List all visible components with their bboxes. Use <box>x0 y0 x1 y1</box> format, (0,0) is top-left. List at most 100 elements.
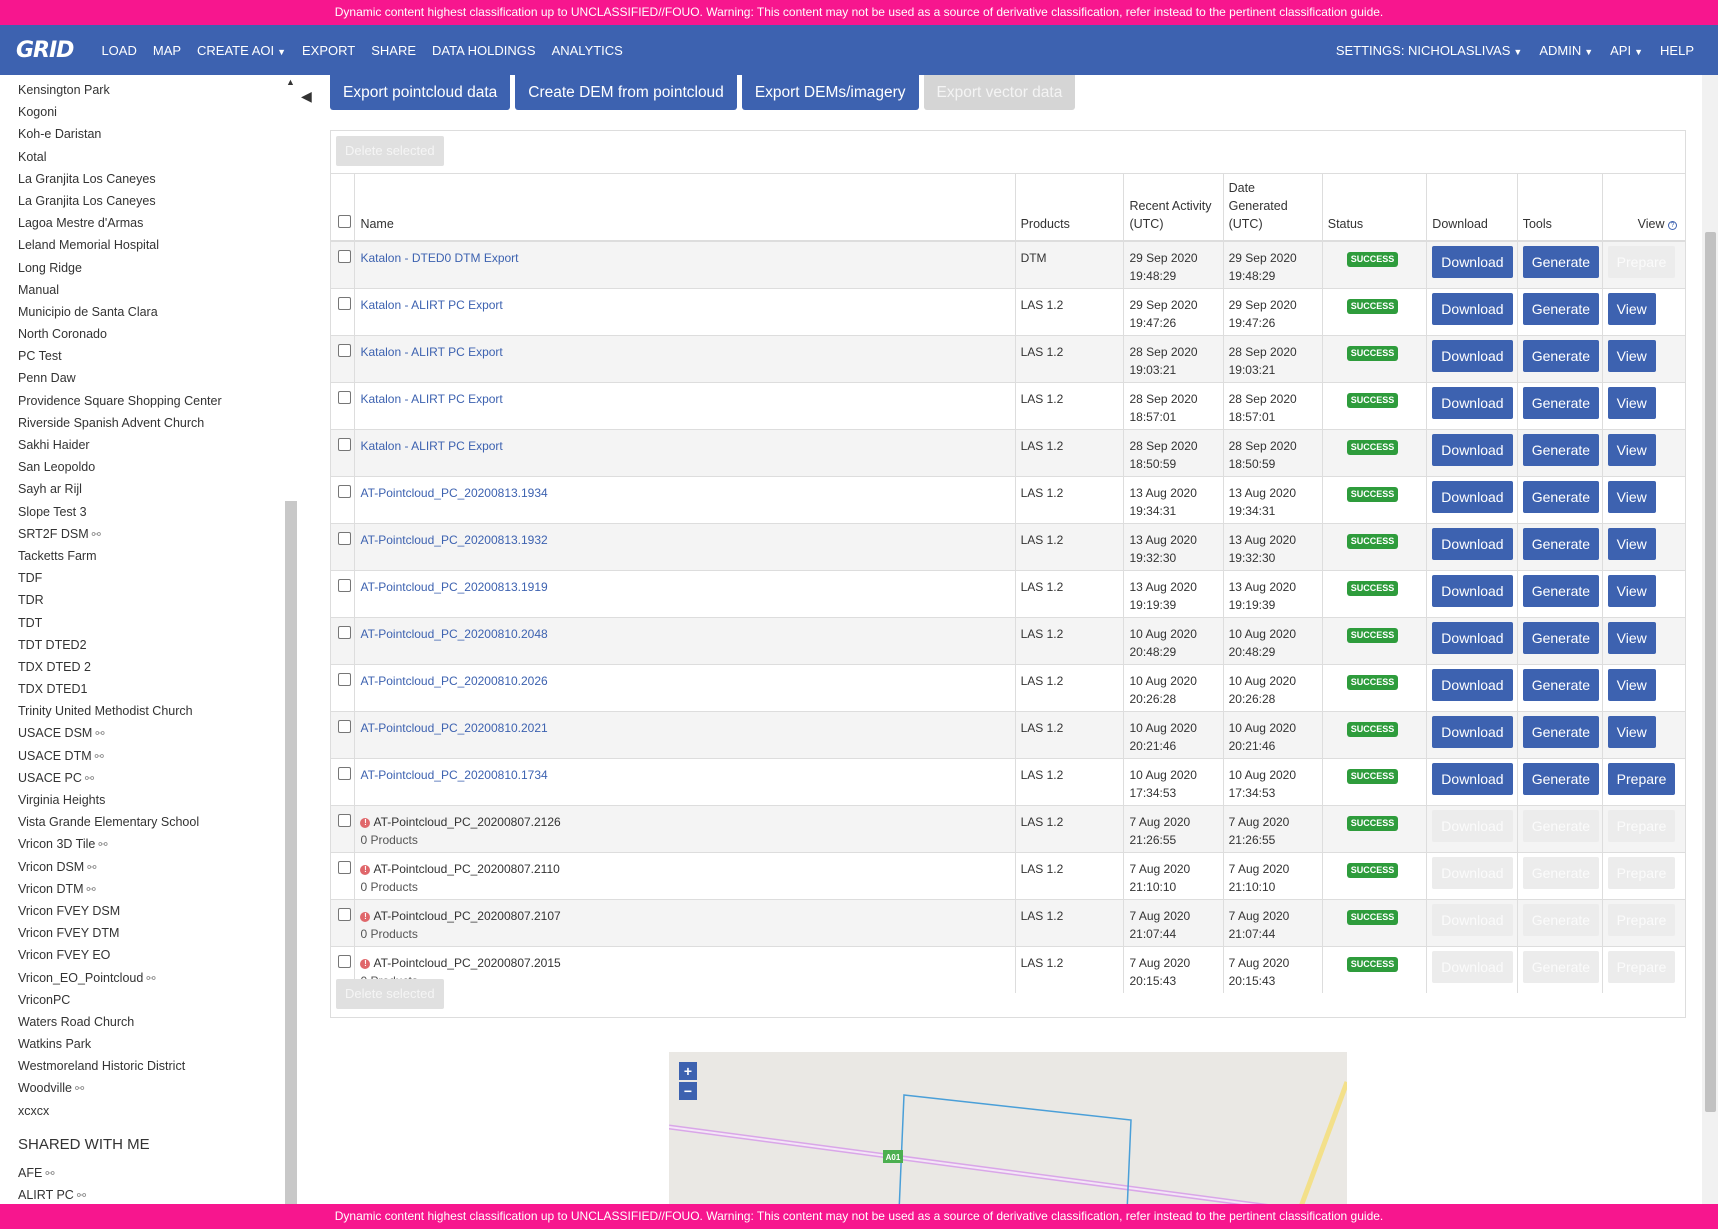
sidebar-aoi-item[interactable]: Trinity United Methodist Church <box>18 700 222 722</box>
generate-button[interactable]: Generate <box>1522 668 1600 701</box>
sidebar-aoi-item[interactable]: Long Ridge <box>18 257 222 279</box>
view-button[interactable]: View <box>1607 527 1656 560</box>
row-checkbox[interactable] <box>338 484 351 498</box>
prepare-button[interactable]: Prepare <box>1607 809 1676 842</box>
row-checkbox[interactable] <box>338 296 351 310</box>
sidebar-aoi-item[interactable]: TDX DTED 2 <box>18 656 222 678</box>
row-checkbox[interactable] <box>338 813 351 827</box>
export-name-link[interactable]: AT-Pointcloud_PC_20200810.2048 <box>360 627 547 641</box>
generate-button[interactable]: Generate <box>1522 480 1600 513</box>
download-button[interactable]: Download <box>1432 386 1513 419</box>
sidebar-aoi-item[interactable]: Virginia Heights <box>18 789 222 811</box>
export-name-link[interactable]: AT-Pointcloud_PC_20200813.1934 <box>360 486 547 500</box>
generate-button[interactable]: Generate <box>1522 433 1600 466</box>
nav-settings[interactable]: SETTINGS: NICHOLASLIVAS ▼ <box>1336 43 1523 58</box>
row-checkbox[interactable] <box>338 437 351 451</box>
view-button[interactable]: View <box>1607 715 1656 748</box>
view-button[interactable]: View <box>1607 621 1656 654</box>
generate-button[interactable]: Generate <box>1522 574 1600 607</box>
row-checkbox[interactable] <box>338 625 351 639</box>
sidebar-aoi-item[interactable]: Kogoni <box>18 101 222 123</box>
sidebar-aoi-item[interactable]: Providence Square Shopping Center <box>18 390 222 412</box>
prepare-button[interactable]: Prepare <box>1607 950 1676 983</box>
prepare-button[interactable]: Prepare <box>1607 762 1676 795</box>
sidebar-aoi-item[interactable]: Waters Road Church <box>18 1011 222 1033</box>
nav-share[interactable]: SHARE <box>371 43 416 58</box>
sidebar-aoi-item[interactable]: TDT <box>18 612 222 634</box>
nav-admin[interactable]: ADMIN ▼ <box>1539 43 1593 58</box>
sidebar-aoi-item[interactable]: USACE PC ⚯ <box>18 767 222 789</box>
generate-button[interactable]: Generate <box>1522 339 1600 372</box>
sidebar-aoi-item[interactable]: San Leopoldo <box>18 456 222 478</box>
export-name-link[interactable]: AT-Pointcloud_PC_20200810.2026 <box>360 674 547 688</box>
prepare-button[interactable]: Prepare <box>1607 903 1676 936</box>
sidebar-aoi-item[interactable]: Kensington Park <box>18 79 222 101</box>
view-button[interactable]: View <box>1607 433 1656 466</box>
download-button[interactable]: Download <box>1432 668 1513 701</box>
help-icon[interactable]: ? <box>1668 221 1677 230</box>
sidebar-aoi-item[interactable]: North Coronado <box>18 323 222 345</box>
scroll-up-arrow-icon[interactable]: ▲ <box>286 77 295 87</box>
col-recent-activity[interactable]: Recent Activity (UTC) <box>1123 173 1224 242</box>
delete-selected-button-bottom[interactable]: Delete selected <box>336 979 444 1009</box>
col-date-generated[interactable]: Date Generated (UTC) <box>1222 173 1323 242</box>
download-button[interactable]: Download <box>1432 903 1513 936</box>
generate-button[interactable]: Generate <box>1522 715 1600 748</box>
export-name-link[interactable]: AT-Pointcloud_PC_20200813.1919 <box>360 580 547 594</box>
download-button[interactable]: Download <box>1432 621 1513 654</box>
sidebar-aoi-item[interactable]: TDX DTED1 <box>18 678 222 700</box>
zoom-in-button[interactable]: + <box>679 1062 697 1080</box>
collapse-sidebar-icon[interactable]: ◀ <box>301 88 315 112</box>
export-name-link[interactable]: Katalon - ALIRT PC Export <box>360 345 502 359</box>
sidebar-aoi-item[interactable]: TDR <box>18 589 222 611</box>
prepare-button[interactable]: Prepare <box>1607 246 1676 278</box>
sidebar-aoi-item[interactable]: La Granjita Los Caneyes <box>18 190 222 212</box>
tab-export-dems-imagery[interactable]: Export DEMs/imagery <box>741 75 919 110</box>
row-checkbox[interactable] <box>338 954 351 968</box>
generate-button[interactable]: Generate <box>1522 292 1600 325</box>
aoi-polygon[interactable] <box>898 1094 1132 1212</box>
download-button[interactable]: Download <box>1432 574 1513 607</box>
sidebar-aoi-item[interactable]: Municipio de Santa Clara <box>18 301 222 323</box>
download-button[interactable]: Download <box>1432 527 1513 560</box>
nav-help[interactable]: HELP <box>1660 43 1694 58</box>
nav-analytics[interactable]: ANALYTICS <box>552 43 623 58</box>
sidebar-aoi-item[interactable]: TDT DTED2 <box>18 634 222 656</box>
generate-button[interactable]: Generate <box>1522 903 1600 936</box>
sidebar-aoi-item[interactable]: AFE ⚯ <box>18 1162 222 1184</box>
col-status[interactable]: Status <box>1321 173 1427 242</box>
download-button[interactable]: Download <box>1432 292 1513 325</box>
sidebar-aoi-item[interactable]: Vricon DSM ⚯ <box>18 856 222 878</box>
view-button[interactable]: View <box>1607 574 1656 607</box>
download-button[interactable]: Download <box>1432 246 1513 278</box>
download-button[interactable]: Download <box>1432 950 1513 983</box>
download-button[interactable]: Download <box>1432 433 1513 466</box>
sidebar-aoi-item[interactable]: USACE DSM ⚯ <box>18 722 222 744</box>
col-name[interactable]: Name <box>354 173 1016 242</box>
sidebar-aoi-item[interactable]: Watkins Park <box>18 1033 222 1055</box>
sidebar-aoi-item[interactable]: PC Test <box>18 345 222 367</box>
nav-map[interactable]: MAP <box>153 43 181 58</box>
row-checkbox[interactable] <box>338 719 351 733</box>
generate-button[interactable]: Generate <box>1522 950 1600 983</box>
sidebar-aoi-item[interactable]: Kotal <box>18 146 222 168</box>
view-button[interactable]: View <box>1607 386 1656 419</box>
tab-create-dem-from-pointcloud[interactable]: Create DEM from pointcloud <box>515 75 737 110</box>
sidebar-aoi-item[interactable]: Vricon FVEY EO <box>18 944 222 966</box>
sidebar-aoi-item[interactable]: TDF <box>18 567 222 589</box>
row-checkbox[interactable] <box>338 860 351 874</box>
row-checkbox[interactable] <box>338 672 351 686</box>
generate-button[interactable]: Generate <box>1522 386 1600 419</box>
row-checkbox[interactable] <box>338 766 351 780</box>
generate-button[interactable]: Generate <box>1522 246 1600 278</box>
sidebar-aoi-item[interactable]: Woodville ⚯ <box>18 1077 222 1099</box>
sidebar-aoi-item[interactable]: Vricon FVEY DTM <box>18 922 222 944</box>
download-button[interactable]: Download <box>1432 809 1513 842</box>
generate-button[interactable]: Generate <box>1522 621 1600 654</box>
generate-button[interactable]: Generate <box>1522 809 1600 842</box>
sidebar-aoi-item[interactable]: USACE DTM ⚯ <box>18 745 222 767</box>
nav-data-holdings[interactable]: DATA HOLDINGS <box>432 43 536 58</box>
download-button[interactable]: Download <box>1432 339 1513 372</box>
view-button[interactable]: View <box>1607 339 1656 372</box>
row-checkbox[interactable] <box>338 907 351 921</box>
